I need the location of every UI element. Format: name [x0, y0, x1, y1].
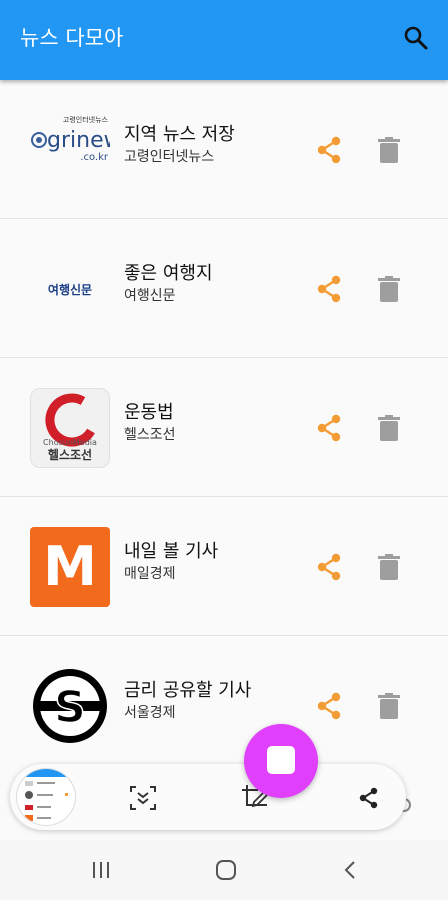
share-icon[interactable] — [316, 414, 342, 442]
news-source: 헬스조선 — [124, 427, 176, 443]
trash-icon[interactable] — [378, 693, 400, 719]
trash-icon[interactable] — [378, 554, 400, 580]
grinews-logo-brand: grinews — [47, 128, 110, 153]
list-item[interactable]: 여행신문 좋은 여행지 여행신문 — [0, 219, 448, 358]
share-icon[interactable] — [354, 783, 384, 813]
share-icon[interactable] — [316, 275, 342, 303]
trash-icon[interactable] — [378, 415, 400, 441]
grinews-logo-domain: .co.kr — [80, 152, 109, 163]
screenshot-thumbnail[interactable] — [16, 768, 76, 826]
list-item[interactable]: 고령인터넷뉴스 grinews .co.kr 지역 뉴스 저장 고령인터넷뉴스 — [0, 80, 448, 219]
saved-news-list: 고령인터넷뉴스 grinews .co.kr 지역 뉴스 저장 고령인터넷뉴스 … — [0, 80, 448, 775]
travel-logo-text: 여행신문 — [47, 282, 93, 297]
stop-icon — [267, 746, 295, 774]
news-source: 고령인터넷뉴스 — [124, 149, 215, 165]
grinews-logo: 고령인터넷뉴스 grinews .co.kr — [30, 110, 110, 190]
app-title: 뉴스 다모아 — [20, 26, 124, 50]
back-icon[interactable] — [336, 855, 366, 885]
trash-icon[interactable] — [378, 276, 400, 302]
grinews-logo-small: 고령인터넷뉴스 — [63, 115, 109, 124]
news-title: 금리 공유할 기사 — [124, 680, 252, 701]
health-logo-text: 헬스조선 — [48, 447, 92, 462]
health-chosun-logo-image: ChosunMedia 헬스조선 — [43, 393, 97, 462]
travel-newspaper-logo: 여행신문 — [30, 249, 110, 329]
news-source: 서울경제 — [124, 705, 176, 721]
health-logo-small: ChosunMedia — [43, 438, 97, 447]
recent-apps-icon[interactable] — [86, 855, 116, 885]
search-icon[interactable] — [402, 24, 430, 52]
news-title: 운동법 — [124, 402, 174, 423]
floating-action-button[interactable] — [244, 724, 318, 798]
health-chosun-logo: ChosunMedia 헬스조선 — [30, 388, 110, 468]
thumbnail-preview-icon — [17, 769, 75, 821]
scroll-capture-icon[interactable] — [128, 783, 158, 813]
sedaily-logo-text: S — [54, 682, 86, 733]
grinews-logo-image: 고령인터넷뉴스 grinews .co.kr — [31, 115, 110, 163]
news-title: 내일 볼 기사 — [124, 541, 219, 562]
news-source: 매일경제 — [124, 566, 176, 582]
news-title: 좋은 여행지 — [124, 263, 213, 284]
system-navigation-bar — [0, 840, 448, 900]
news-title: 지역 뉴스 저장 — [124, 124, 235, 145]
app-bar: 뉴스 다모아 — [0, 0, 448, 80]
home-icon[interactable] — [211, 855, 241, 885]
list-item[interactable]: S 금리 공유할 기사 서울경제 — [0, 636, 448, 775]
mk-logo-text: M — [43, 535, 97, 598]
list-item[interactable]: ChosunMedia 헬스조선 운동법 헬스조선 — [0, 358, 448, 497]
share-icon[interactable] — [316, 136, 342, 164]
news-source: 여행신문 — [124, 288, 176, 304]
share-icon[interactable] — [316, 692, 342, 720]
maeil-business-logo: M — [30, 527, 110, 607]
screenshot-toolbar — [10, 764, 406, 830]
trash-icon[interactable] — [378, 137, 400, 163]
seoul-economic-logo: S — [30, 666, 110, 746]
list-item[interactable]: M 내일 볼 기사 매일경제 — [0, 497, 448, 636]
share-icon[interactable] — [316, 553, 342, 581]
seoul-economic-logo-image: S — [33, 669, 107, 743]
